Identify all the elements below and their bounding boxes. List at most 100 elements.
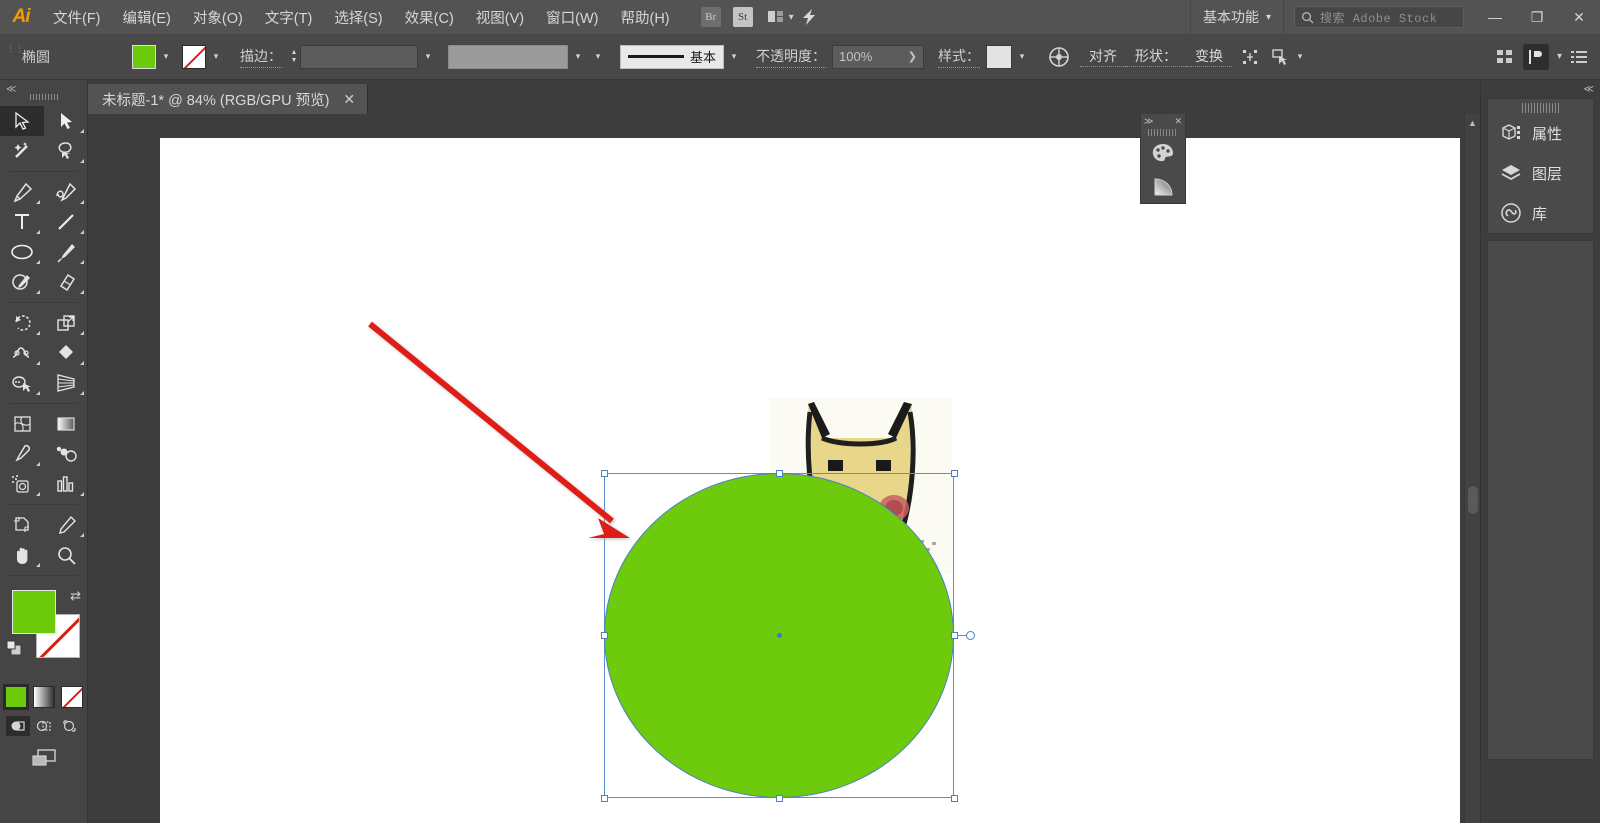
restore-button[interactable]: ❐ bbox=[1516, 0, 1558, 34]
toolbar-collapse-button[interactable]: ≪ bbox=[6, 84, 16, 95]
selection-tool[interactable] bbox=[0, 106, 44, 136]
mini-panel-grip[interactable] bbox=[1148, 129, 1178, 136]
handle-top-right[interactable] bbox=[951, 470, 958, 477]
gradient-fill-button[interactable] bbox=[33, 686, 55, 708]
dock-item-libraries[interactable]: 库 bbox=[1488, 193, 1593, 233]
menu-select[interactable]: 选择(S) bbox=[323, 0, 393, 34]
dock-item-properties[interactable]: 属性 bbox=[1488, 113, 1593, 153]
arrange-documents-button-2[interactable] bbox=[1495, 48, 1515, 66]
brush-definition-select[interactable]: 基本 bbox=[620, 45, 724, 69]
handle-bottom-center[interactable] bbox=[776, 795, 783, 802]
canvas-vertical-scrollbar[interactable]: ▲ bbox=[1464, 114, 1480, 823]
curvature-tool[interactable] bbox=[44, 177, 88, 207]
properties-panel-toggle[interactable] bbox=[1523, 44, 1549, 70]
minimize-button[interactable]: — bbox=[1474, 0, 1516, 34]
chevron-down-icon-2[interactable]: ▾ bbox=[588, 45, 608, 69]
menu-edit[interactable]: 编辑(E) bbox=[112, 0, 182, 34]
menu-type[interactable]: 文字(T) bbox=[254, 0, 324, 34]
shaper-tool[interactable] bbox=[0, 267, 44, 297]
handle-top-center[interactable] bbox=[776, 470, 783, 477]
dock-item-layers[interactable]: 图层 bbox=[1488, 153, 1593, 193]
floating-mini-panel[interactable]: ≫ ✕ bbox=[1140, 114, 1186, 204]
close-icon[interactable]: ✕ bbox=[343, 91, 355, 108]
blend-tool[interactable] bbox=[44, 439, 88, 469]
dock-grip[interactable] bbox=[1522, 103, 1559, 113]
menu-help[interactable]: 帮助(H) bbox=[609, 0, 680, 34]
select-similar-objects-button[interactable] bbox=[1270, 48, 1290, 66]
align-button[interactable]: 对齐 bbox=[1080, 46, 1126, 67]
arrange-documents-button[interactable]: ▾ bbox=[767, 9, 794, 25]
fill-swatch-group[interactable]: ▾ bbox=[132, 45, 176, 69]
draw-normal-button[interactable] bbox=[6, 716, 30, 736]
optionsbar-grip[interactable]: ⋮⋮ bbox=[6, 45, 14, 69]
eyedropper-tool[interactable] bbox=[0, 439, 44, 469]
handle-bottom-right[interactable] bbox=[951, 795, 958, 802]
rotate-tool[interactable] bbox=[0, 308, 44, 338]
color-panel-icon[interactable] bbox=[1141, 136, 1185, 170]
close-button[interactable]: ✕ bbox=[1558, 0, 1600, 34]
column-graph-tool[interactable] bbox=[44, 469, 88, 499]
zoom-tool[interactable] bbox=[44, 540, 88, 570]
menu-view[interactable]: 视图(V) bbox=[465, 0, 535, 34]
live-shape-widget[interactable] bbox=[966, 631, 975, 640]
recolor-artwork-button[interactable] bbox=[1048, 46, 1070, 68]
mesh-tool[interactable] bbox=[0, 409, 44, 439]
magic-wand-tool[interactable] bbox=[0, 136, 44, 166]
document-tab[interactable]: 未标题-1* @ 84% (RGB/GPU 预览) ✕ bbox=[88, 84, 368, 114]
menu-file[interactable]: 文件(F) bbox=[42, 0, 112, 34]
screen-mode-button[interactable] bbox=[0, 746, 87, 770]
canvas-viewport[interactable]: ≫ ✕ ▲ bbox=[88, 114, 1480, 823]
stock-button[interactable]: St bbox=[730, 6, 756, 28]
stroke-weight-input[interactable] bbox=[300, 45, 418, 69]
handle-middle-left[interactable] bbox=[601, 632, 608, 639]
shape-builder-tool[interactable] bbox=[0, 368, 44, 398]
close-icon[interactable]: ✕ bbox=[1174, 116, 1182, 127]
expand-panel-icon[interactable]: ≫ bbox=[1144, 116, 1153, 127]
stroke-swatch-group[interactable]: ▾ bbox=[182, 45, 226, 69]
search-stock-input[interactable]: 搜索 Adobe Stock bbox=[1294, 6, 1464, 28]
menu-window[interactable]: 窗口(W) bbox=[535, 0, 609, 34]
chevron-down-icon[interactable]: ▾ bbox=[1557, 51, 1562, 62]
slice-tool[interactable] bbox=[44, 510, 88, 540]
scroll-up-icon[interactable]: ▲ bbox=[1465, 114, 1480, 132]
symbol-sprayer-tool[interactable] bbox=[0, 469, 44, 499]
artboard-tool[interactable] bbox=[0, 510, 44, 540]
opacity-input[interactable]: 100% ❯ bbox=[832, 45, 924, 69]
dock-collapse-button[interactable]: ≪ bbox=[1584, 84, 1594, 95]
default-fill-stroke-icon[interactable] bbox=[6, 640, 23, 662]
handle-bottom-left[interactable] bbox=[601, 795, 608, 802]
stock-promo-button[interactable] bbox=[797, 6, 823, 28]
type-tool[interactable] bbox=[0, 207, 44, 237]
perspective-grid-tool[interactable] bbox=[44, 368, 88, 398]
paintbrush-tool[interactable] bbox=[44, 237, 88, 267]
chevron-down-icon[interactable]: ▾ bbox=[568, 45, 588, 69]
width-tool[interactable] bbox=[0, 338, 44, 368]
toolbar-fill-swatch[interactable] bbox=[12, 590, 56, 634]
eraser-tool[interactable] bbox=[44, 267, 88, 297]
gradient-panel-icon[interactable] bbox=[1141, 170, 1185, 204]
hand-tool[interactable] bbox=[0, 540, 44, 570]
toolbar-grip[interactable] bbox=[30, 94, 58, 100]
chevron-down-icon[interactable]: ▾ bbox=[418, 45, 438, 69]
chevron-down-icon[interactable]: ▾ bbox=[1290, 45, 1310, 69]
scrollbar-thumb[interactable] bbox=[1468, 486, 1478, 514]
free-transform-tool[interactable] bbox=[44, 338, 88, 368]
shape-button[interactable]: 形状： bbox=[1126, 46, 1186, 67]
bridge-button[interactable]: Br bbox=[698, 6, 724, 28]
menu-effect[interactable]: 效果(C) bbox=[394, 0, 465, 34]
scale-tool[interactable] bbox=[44, 308, 88, 338]
pen-tool[interactable] bbox=[0, 177, 44, 207]
workspace-switcher[interactable]: 基本功能 ▾ bbox=[1190, 0, 1284, 34]
line-segment-tool[interactable] bbox=[44, 207, 88, 237]
stroke-profile-select[interactable] bbox=[448, 45, 568, 69]
none-fill-button[interactable] bbox=[61, 686, 83, 708]
ellipse-tool[interactable] bbox=[0, 237, 44, 267]
swap-fill-stroke-icon[interactable]: ⇄ bbox=[70, 588, 81, 604]
stroke-color-swatch[interactable] bbox=[182, 45, 206, 69]
handle-top-left[interactable] bbox=[601, 470, 608, 477]
gradient-tool[interactable] bbox=[44, 409, 88, 439]
color-fill-button[interactable] bbox=[5, 686, 27, 708]
chevron-down-icon[interactable]: ▾ bbox=[724, 45, 744, 69]
draw-inside-button[interactable] bbox=[58, 716, 82, 736]
chevron-down-icon[interactable]: ▾ bbox=[156, 45, 176, 69]
